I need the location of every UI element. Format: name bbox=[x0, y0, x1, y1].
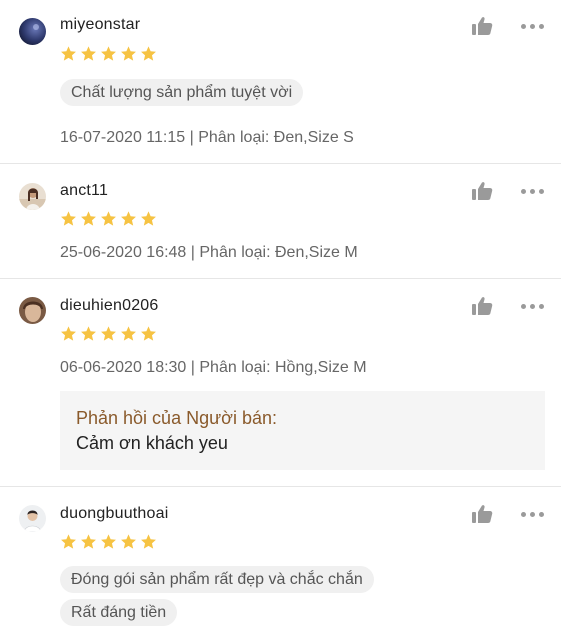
star-icon bbox=[101, 46, 116, 61]
star-icon bbox=[121, 326, 136, 341]
star-rating bbox=[60, 325, 157, 342]
star-rating bbox=[60, 45, 157, 62]
star-icon bbox=[81, 534, 96, 549]
star-icon bbox=[81, 46, 96, 61]
review-tag[interactable]: Chất lượng sản phẩm tuyệt vời bbox=[60, 79, 304, 106]
username[interactable]: dieuhien0206 bbox=[60, 297, 159, 315]
star-icon bbox=[61, 211, 76, 226]
review-item: duongbuuthoai Đóng gói sản phẩm rất đẹp … bbox=[0, 487, 561, 640]
star-icon bbox=[141, 534, 156, 549]
star-icon bbox=[101, 326, 116, 341]
review-meta: 25-06-2020 16:48 | Phân loại: Đen,Size M bbox=[60, 244, 358, 261]
thumbs-up-icon[interactable] bbox=[471, 296, 493, 316]
username[interactable]: miyeonstar bbox=[60, 16, 140, 34]
star-icon bbox=[61, 46, 76, 61]
star-icon bbox=[121, 534, 136, 549]
star-icon bbox=[61, 326, 76, 341]
star-icon bbox=[121, 211, 136, 226]
seller-reply-title: Phản hồi của Người bán: bbox=[76, 408, 277, 428]
review-tag[interactable]: Đóng gói sản phẩm rất đẹp và chắc chắn bbox=[60, 566, 374, 593]
seller-reply-text: Cảm ơn khách yeu bbox=[76, 433, 228, 453]
star-icon bbox=[81, 326, 96, 341]
star-rating bbox=[60, 533, 157, 550]
star-icon bbox=[121, 46, 136, 61]
star-icon bbox=[61, 534, 76, 549]
review-item: miyeonstar Chất lượng sản phẩm tuyệt vời… bbox=[0, 0, 561, 164]
avatar[interactable] bbox=[19, 505, 46, 532]
seller-reply: Phản hồi của Người bán: Cảm ơn khách yeu bbox=[60, 391, 545, 470]
more-dots-icon[interactable] bbox=[521, 302, 545, 310]
username[interactable]: duongbuuthoai bbox=[60, 505, 168, 523]
star-icon bbox=[101, 211, 116, 226]
star-icon bbox=[141, 326, 156, 341]
star-rating bbox=[60, 210, 157, 227]
thumbs-up-icon[interactable] bbox=[471, 16, 493, 36]
thumbs-up-icon[interactable] bbox=[471, 504, 493, 524]
avatar[interactable] bbox=[19, 18, 46, 45]
username[interactable]: anct11 bbox=[60, 182, 108, 200]
review-tag[interactable]: Rất đáng tiền bbox=[60, 599, 178, 626]
star-icon bbox=[101, 534, 116, 549]
more-dots-icon[interactable] bbox=[521, 187, 545, 195]
avatar[interactable] bbox=[19, 183, 46, 210]
review-item: dieuhien0206 06-06-2020 18:30 | Phân loạ… bbox=[0, 279, 561, 487]
star-icon bbox=[141, 211, 156, 226]
review-meta: 06-06-2020 18:30 | Phân loại: Hồng,Size … bbox=[60, 359, 367, 376]
review-meta: 16-07-2020 11:15 | Phân loại: Đen,Size S bbox=[60, 129, 354, 146]
more-dots-icon[interactable] bbox=[521, 510, 545, 518]
star-icon bbox=[141, 46, 156, 61]
review-item: anct11 25-06-2020 16:48 | Phân loại: Đen… bbox=[0, 164, 561, 279]
star-icon bbox=[81, 211, 96, 226]
thumbs-up-icon[interactable] bbox=[471, 181, 493, 201]
avatar[interactable] bbox=[19, 297, 46, 324]
more-dots-icon[interactable] bbox=[521, 22, 545, 30]
